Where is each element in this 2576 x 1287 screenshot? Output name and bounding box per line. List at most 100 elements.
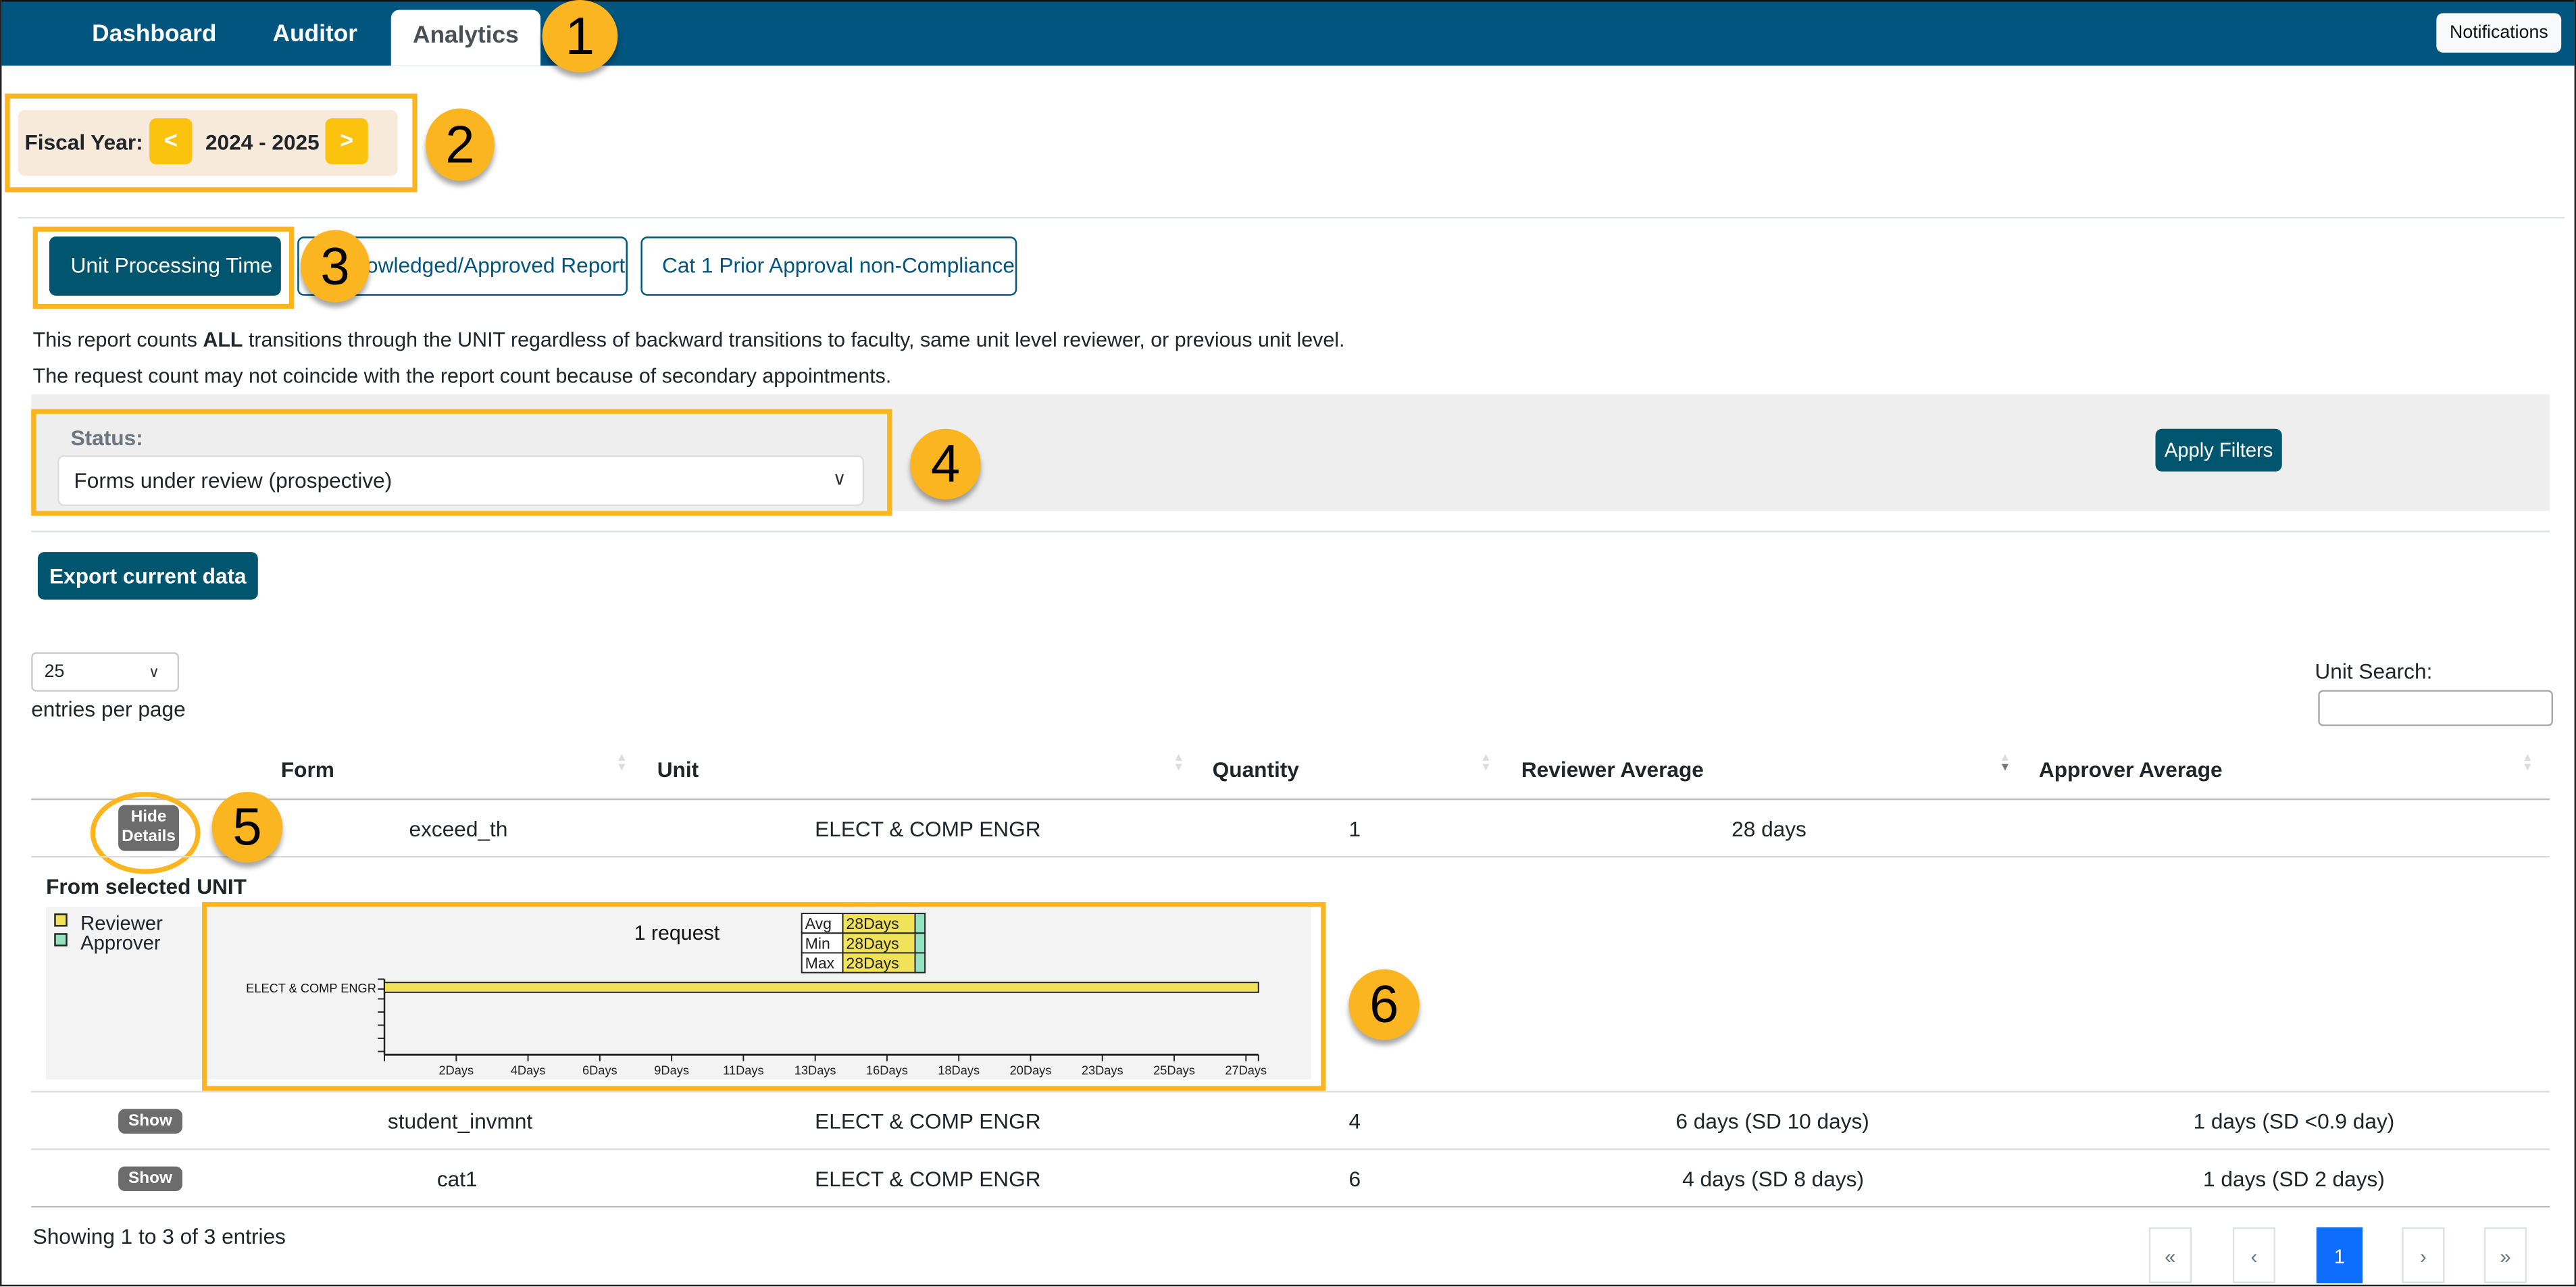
- sort-icon[interactable]: ▲ ▼: [1173, 753, 1184, 774]
- x-ticks: 2Days 4Days 6Days 9Days 11Days 13Days 16Days 18…: [384, 1055, 1267, 1077]
- chevron-down-icon: ∨: [148, 663, 159, 680]
- app-window: Dashboard Auditor Analytics Notification…: [0, 0, 2576, 1287]
- bar-reviewer: [384, 982, 1259, 993]
- fiscal-year-next-button[interactable]: >: [325, 118, 368, 165]
- cell-reviewer-average: 28 days: [1732, 816, 1807, 842]
- cell-form: cat1: [436, 1166, 478, 1192]
- export-current-data-button[interactable]: Export current data: [37, 552, 258, 600]
- stats-label: Max: [805, 955, 835, 972]
- x-tick-label: 11Days: [723, 1063, 763, 1077]
- pagination-previous[interactable]: ‹: [2232, 1227, 2276, 1284]
- cell-reviewer-average: 4 days (SD 8 days): [1682, 1166, 1864, 1192]
- column-header-reviewer-average[interactable]: Reviewer Average: [1521, 757, 1704, 782]
- unit-processing-chart: 1 request Avg 28Days Min 28Days Max 28Days EL…: [246, 913, 1267, 1077]
- nav-tab-auditor[interactable]: Auditor: [273, 0, 357, 66]
- cell-form: exceed_th: [409, 816, 508, 842]
- unit-search-label: Unit Search:: [2315, 659, 2433, 684]
- fiscal-year-label: Fiscal Year:: [24, 130, 143, 155]
- page-length-select[interactable]: 25 ∨: [31, 652, 180, 692]
- cell-unit: ELECT & COMP ENGR: [815, 1166, 1041, 1192]
- cell-quantity: 4: [1348, 1109, 1361, 1134]
- x-tick-label: 25Days: [1153, 1063, 1195, 1077]
- pagination-first[interactable]: «: [2148, 1227, 2192, 1284]
- page-length-value: 25: [44, 662, 65, 682]
- cell-quantity: 6: [1348, 1166, 1361, 1192]
- y-tick-label: ELECT & COMP ENGR: [246, 981, 376, 995]
- cell-reviewer-average: 6 days (SD 10 days): [1675, 1109, 1869, 1134]
- column-header-unit[interactable]: Unit: [657, 757, 699, 782]
- callout-badge: 6: [1348, 969, 1420, 1040]
- report-tab-unit-processing-time[interactable]: Unit Processing Time: [49, 236, 281, 296]
- table-header-border: [31, 798, 2550, 801]
- column-header-quantity[interactable]: Quantity: [1213, 757, 1299, 782]
- callout-badge: 3: [301, 230, 370, 303]
- stats-approver-cell: [914, 952, 926, 974]
- stats-value: 28Days: [846, 934, 899, 952]
- nav-tab-analytics[interactable]: Analytics: [390, 9, 541, 66]
- divider: [18, 216, 2565, 219]
- legend-label-approver: Approver: [80, 931, 161, 955]
- sort-icon[interactable]: ▲ ▼: [1480, 753, 1492, 774]
- report-description: This report counts ALL transitions throu…: [33, 328, 1345, 351]
- stats-label: Avg: [805, 915, 832, 932]
- stats-label: Min: [805, 934, 830, 952]
- sort-desc-icon[interactable]: ▲ ▼: [2000, 753, 2011, 774]
- cell-form: student_invmnt: [387, 1109, 533, 1134]
- callout-badge: 5: [211, 792, 283, 863]
- x-tick-label: 16Days: [866, 1063, 908, 1077]
- status-label: Status:: [70, 425, 143, 451]
- x-tick-label: 9Days: [654, 1063, 689, 1077]
- apply-filters-button[interactable]: Apply Filters: [2155, 428, 2282, 472]
- pagination-next[interactable]: ›: [2402, 1227, 2445, 1284]
- x-tick-label: 6Days: [582, 1063, 617, 1077]
- callout-badge: 2: [425, 108, 495, 181]
- table-summary: Showing 1 to 3 of 3 entries: [32, 1223, 286, 1249]
- detail-title: From selected UNIT: [46, 874, 247, 899]
- x-tick-label: 18Days: [938, 1063, 980, 1077]
- x-tick-label: 27Days: [1225, 1063, 1267, 1077]
- callout-badge: 4: [910, 428, 981, 500]
- divider: [31, 530, 2550, 532]
- sort-icon[interactable]: ▲ ▼: [2522, 753, 2533, 774]
- stats-approver-cell: [914, 913, 926, 934]
- row-divider: [31, 855, 2550, 858]
- report-description-text: This report counts: [32, 328, 203, 352]
- x-tick-label: 4Days: [511, 1063, 546, 1077]
- cell-quantity: 1: [1348, 816, 1361, 842]
- status-select-value: Forms under review (prospective): [74, 468, 393, 493]
- chevron-down-icon: ∨: [832, 470, 847, 490]
- table-footer-border: [31, 1205, 2550, 1208]
- x-tick-label: 20Days: [1010, 1063, 1052, 1077]
- hide-details-button[interactable]: Hide Details: [118, 805, 180, 851]
- legend-swatch-approver: [54, 933, 68, 947]
- report-description-text: transitions through the UNIT regardless …: [243, 328, 1345, 352]
- row-divider: [31, 1090, 2550, 1093]
- column-header-approver-average[interactable]: Approver Average: [2039, 757, 2223, 782]
- fiscal-year-prev-button[interactable]: <: [149, 118, 193, 165]
- stats-table: Avg 28Days Min 28Days Max 28Days: [801, 913, 926, 974]
- callout-badge: 1: [542, 0, 618, 72]
- pagination-page-1[interactable]: 1: [2316, 1227, 2363, 1284]
- x-tick-label: 2Days: [438, 1063, 474, 1077]
- report-description-emphasis: ALL: [203, 328, 243, 352]
- report-note: The request count may not coincide with …: [32, 364, 892, 388]
- show-details-button[interactable]: Show: [118, 1166, 182, 1192]
- column-header-form[interactable]: Form: [281, 757, 334, 782]
- cell-approver-average: 1 days (SD 2 days): [2203, 1166, 2385, 1192]
- stats-value: 28Days: [846, 955, 899, 972]
- row-divider: [31, 1148, 2550, 1151]
- stats-approver-cell: [914, 932, 926, 954]
- unit-search-input[interactable]: [2318, 690, 2554, 726]
- top-navbar: [1, 0, 2575, 66]
- cell-unit: ELECT & COMP ENGR: [815, 816, 1041, 842]
- report-tab-cat1-noncompliance[interactable]: Cat 1 Prior Approval non-Compliance: [640, 236, 1017, 296]
- pagination-last[interactable]: »: [2483, 1227, 2527, 1284]
- chart-bars: [384, 982, 1259, 993]
- notifications-button[interactable]: Notifications: [2436, 13, 2562, 53]
- x-tick-label: 23Days: [1082, 1063, 1123, 1077]
- status-select[interactable]: Forms under review (prospective) ∨: [57, 455, 865, 506]
- nav-tab-dashboard[interactable]: Dashboard: [92, 0, 216, 66]
- show-details-button[interactable]: Show: [118, 1109, 182, 1134]
- sort-icon[interactable]: ▲ ▼: [616, 753, 628, 774]
- cell-approver-average: 1 days (SD <0.9 day): [2193, 1109, 2395, 1134]
